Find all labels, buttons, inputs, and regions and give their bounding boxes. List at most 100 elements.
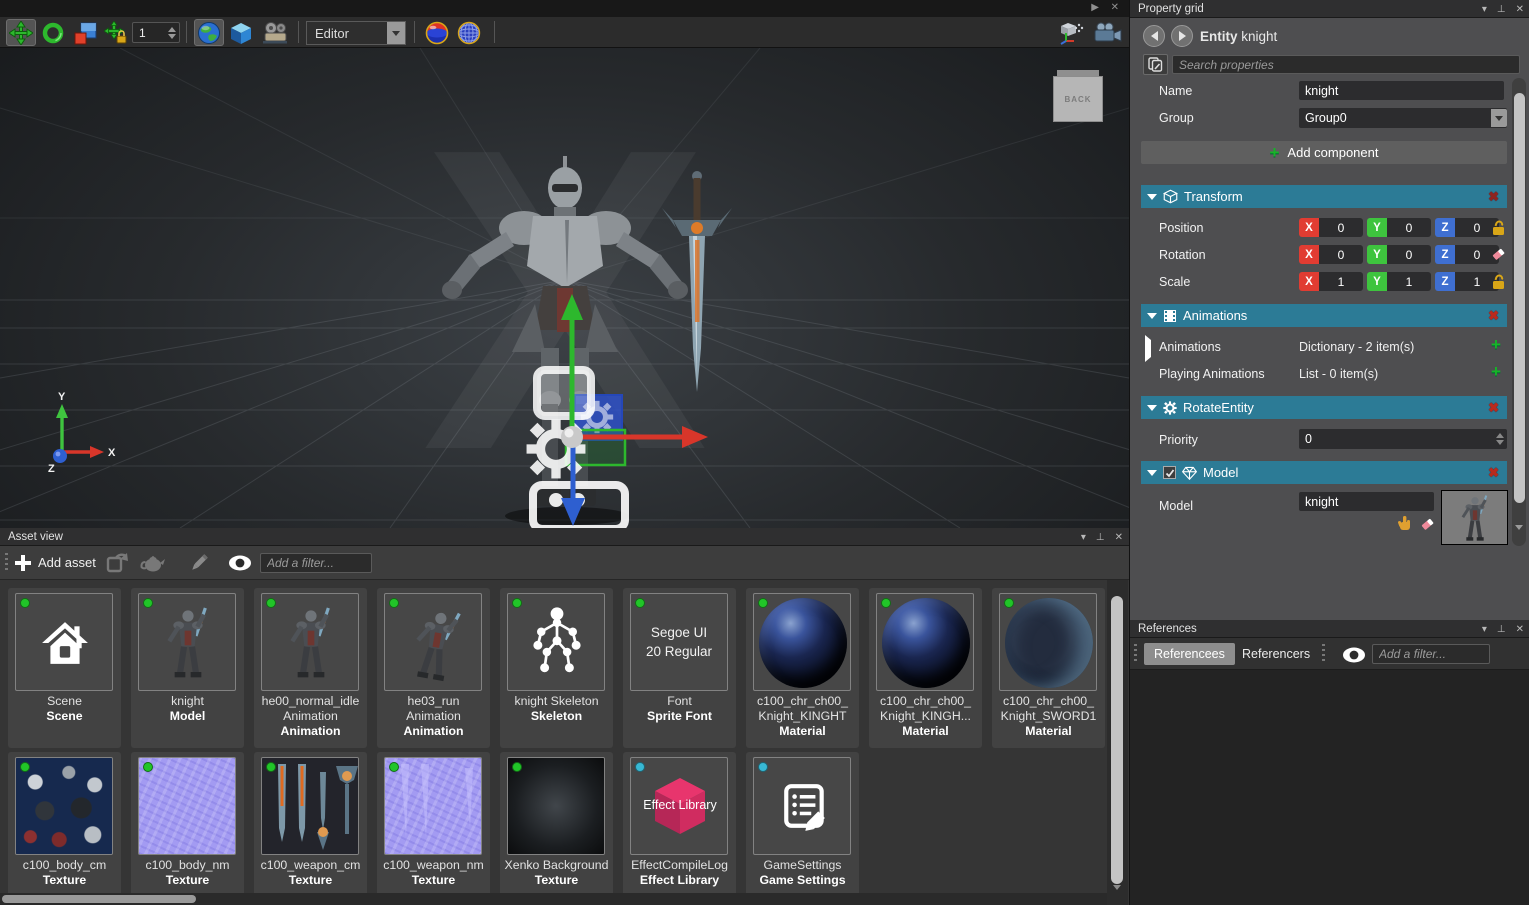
animations-section-header[interactable]: Animations ✖ <box>1141 304 1507 327</box>
dropdown-arrow-icon[interactable]: ▾ <box>1482 4 1487 15</box>
lock-icon[interactable] <box>1491 219 1507 236</box>
view-cube[interactable]: BACK <box>1053 76 1103 122</box>
position-y-value[interactable]: 0 <box>1387 218 1431 237</box>
eraser-icon[interactable] <box>1491 246 1507 262</box>
rotation-x-value[interactable]: 0 <box>1319 245 1363 264</box>
asset-tile-knight-model[interactable]: knightModel <box>131 588 244 748</box>
asset-filter-input[interactable] <box>260 553 372 573</box>
panel-close-icon[interactable]: ✕ <box>1111 2 1119 14</box>
rotation-y-value[interactable]: 0 <box>1387 245 1431 264</box>
transform-section-header[interactable]: Transform ✖ <box>1141 185 1507 208</box>
panel-expand-icon[interactable]: ▶ <box>1091 2 1099 14</box>
sword-model[interactable] <box>662 171 732 392</box>
editor-mode-select[interactable]: Editor <box>306 21 406 45</box>
tab-referencers[interactable]: Referencers <box>1232 643 1320 665</box>
asset-tile-body-cm[interactable]: c100_body_cmTexture <box>8 752 121 905</box>
rotation-xyz-fields[interactable]: X0 Y0 Z0 <box>1299 245 1499 264</box>
asset-vertical-scrollbar[interactable] <box>1107 580 1128 905</box>
close-icon[interactable]: ✕ <box>1115 532 1123 543</box>
nav-forward-button[interactable] <box>1171 25 1193 47</box>
visibility-eye-icon[interactable] <box>1342 647 1366 663</box>
asset-tile-effect-library[interactable]: Effect Library EffectCompileLogEffect Li… <box>623 752 736 905</box>
asset-tile-weapon-nm[interactable]: c100_weapon_nmTexture <box>377 752 490 905</box>
snap-translate-button[interactable] <box>102 19 130 46</box>
model-section-header[interactable]: Model ✖ <box>1141 461 1507 484</box>
asset-tile-body-nm[interactable]: c100_body_nmTexture <box>131 752 244 905</box>
lock-icon[interactable] <box>1491 273 1507 290</box>
teapot-sample-icon[interactable] <box>140 553 166 573</box>
snap-value-spinner[interactable]: 1 <box>132 22 180 43</box>
asset-tile-material-knight1[interactable]: c100_chr_ch00_ Knight_KINGHTMaterial <box>746 588 859 748</box>
references-filter-input[interactable] <box>1372 644 1490 664</box>
asset-tile-run-animation[interactable]: he03_run AnimationAnimation <box>377 588 490 748</box>
asset-tile-skeleton[interactable]: knight SkeletonSkeleton <box>500 588 613 748</box>
scene-3d-viewport[interactable]: X <box>0 48 1129 528</box>
close-icon[interactable]: ✕ <box>1516 4 1524 15</box>
collapse-arrow-icon[interactable] <box>1147 470 1157 476</box>
local-space-cube-button[interactable] <box>226 19 256 46</box>
translation-gizmo[interactable] <box>527 294 708 528</box>
scale-xyz-fields[interactable]: X1 Y1 Z1 <box>1299 272 1499 291</box>
world-space-button[interactable] <box>194 19 224 46</box>
rotate-tool-button[interactable] <box>38 19 68 46</box>
remove-component-icon[interactable]: ✖ <box>1488 400 1499 416</box>
scale-tool-button[interactable] <box>70 19 100 46</box>
visibility-eye-icon[interactable] <box>228 555 252 571</box>
remove-component-icon[interactable]: ✖ <box>1488 189 1499 205</box>
remove-component-icon[interactable]: ✖ <box>1488 308 1499 324</box>
expander-arrow-icon[interactable] <box>1145 340 1151 358</box>
references-content[interactable] <box>1130 670 1529 905</box>
dropdown-arrow-icon[interactable]: ▾ <box>1081 532 1086 543</box>
asset-horizontal-scrollbar[interactable] <box>0 893 1107 905</box>
add-item-icon[interactable]: + <box>1491 362 1501 382</box>
scrollbar-thumb[interactable] <box>1111 596 1123 884</box>
wireframe-preview-button[interactable] <box>454 19 484 46</box>
scrollbar-thumb[interactable] <box>1514 93 1525 503</box>
spinner-arrows-icon[interactable] <box>1493 429 1507 449</box>
eraser-icon[interactable] <box>1420 516 1436 532</box>
pin-icon[interactable]: ⊥ <box>1096 532 1105 543</box>
edit-pencil-icon[interactable] <box>188 552 210 574</box>
search-options-button[interactable] <box>1143 54 1168 75</box>
pin-icon[interactable]: ⊥ <box>1497 624 1506 635</box>
model-reference-field[interactable]: knight <box>1299 492 1434 511</box>
model-preview-thumbnail[interactable] <box>1441 490 1508 545</box>
asset-tile-font[interactable]: Segoe UI 20 Regular FontSprite Font <box>623 588 736 748</box>
render-mode-button[interactable] <box>258 19 292 46</box>
name-field[interactable]: knight <box>1299 81 1504 100</box>
import-asset-icon[interactable] <box>106 552 130 574</box>
hand-picker-icon[interactable] <box>1396 515 1413 532</box>
scrollbar-thumb[interactable] <box>2 895 196 903</box>
add-asset-button[interactable]: Add asset <box>38 555 96 570</box>
asset-tile-material-knight2[interactable]: c100_chr_ch00_ Knight_KINGH...Material <box>869 588 982 748</box>
property-grid-scrollbar[interactable] <box>1512 78 1526 546</box>
position-x-value[interactable]: 0 <box>1319 218 1363 237</box>
pin-icon[interactable]: ⊥ <box>1497 4 1506 15</box>
camera-options-button[interactable] <box>1090 19 1124 46</box>
asset-tile-scene[interactable]: SceneScene <box>8 588 121 748</box>
scale-x-value[interactable]: 1 <box>1319 272 1363 291</box>
group-select[interactable]: Group0 <box>1299 108 1507 128</box>
asset-tile-idle-animation[interactable]: he00_normal_idle AnimationAnimation <box>254 588 367 748</box>
priority-spinner[interactable]: 0 <box>1299 429 1507 449</box>
dropdown-arrow-icon[interactable]: ▾ <box>1482 624 1487 635</box>
collapse-arrow-icon[interactable] <box>1147 194 1157 200</box>
collapse-arrow-icon[interactable] <box>1147 313 1157 319</box>
add-component-button[interactable]: + Add component <box>1141 141 1507 164</box>
asset-tile-game-settings[interactable]: GameSettingsGame Settings <box>746 752 859 905</box>
close-icon[interactable]: ✕ <box>1516 624 1524 635</box>
asset-tile-xenko-background[interactable]: Xenko BackgroundTexture <box>500 752 613 905</box>
spinner-arrows-icon[interactable] <box>165 27 179 39</box>
scroll-down-arrow[interactable] <box>1515 530 1523 548</box>
component-enabled-checkbox[interactable] <box>1163 466 1176 479</box>
asset-tile-material-sword[interactable]: c100_chr_ch00_ Knight_SWORD1Material <box>992 588 1105 748</box>
material-preview-button[interactable] <box>422 19 452 46</box>
rotate-entity-section-header[interactable]: RotateEntity ✖ <box>1141 396 1507 419</box>
scroll-down-arrow[interactable] <box>1113 890 1121 905</box>
asset-tile-weapon-cm[interactable]: c100_weapon_cmTexture <box>254 752 367 905</box>
search-properties-input[interactable] <box>1172 55 1520 74</box>
gizmo-options-button[interactable] <box>1056 19 1086 46</box>
tab-referencees[interactable]: Referencees <box>1144 643 1235 665</box>
add-item-icon[interactable]: + <box>1491 335 1501 355</box>
scale-y-value[interactable]: 1 <box>1387 272 1431 291</box>
